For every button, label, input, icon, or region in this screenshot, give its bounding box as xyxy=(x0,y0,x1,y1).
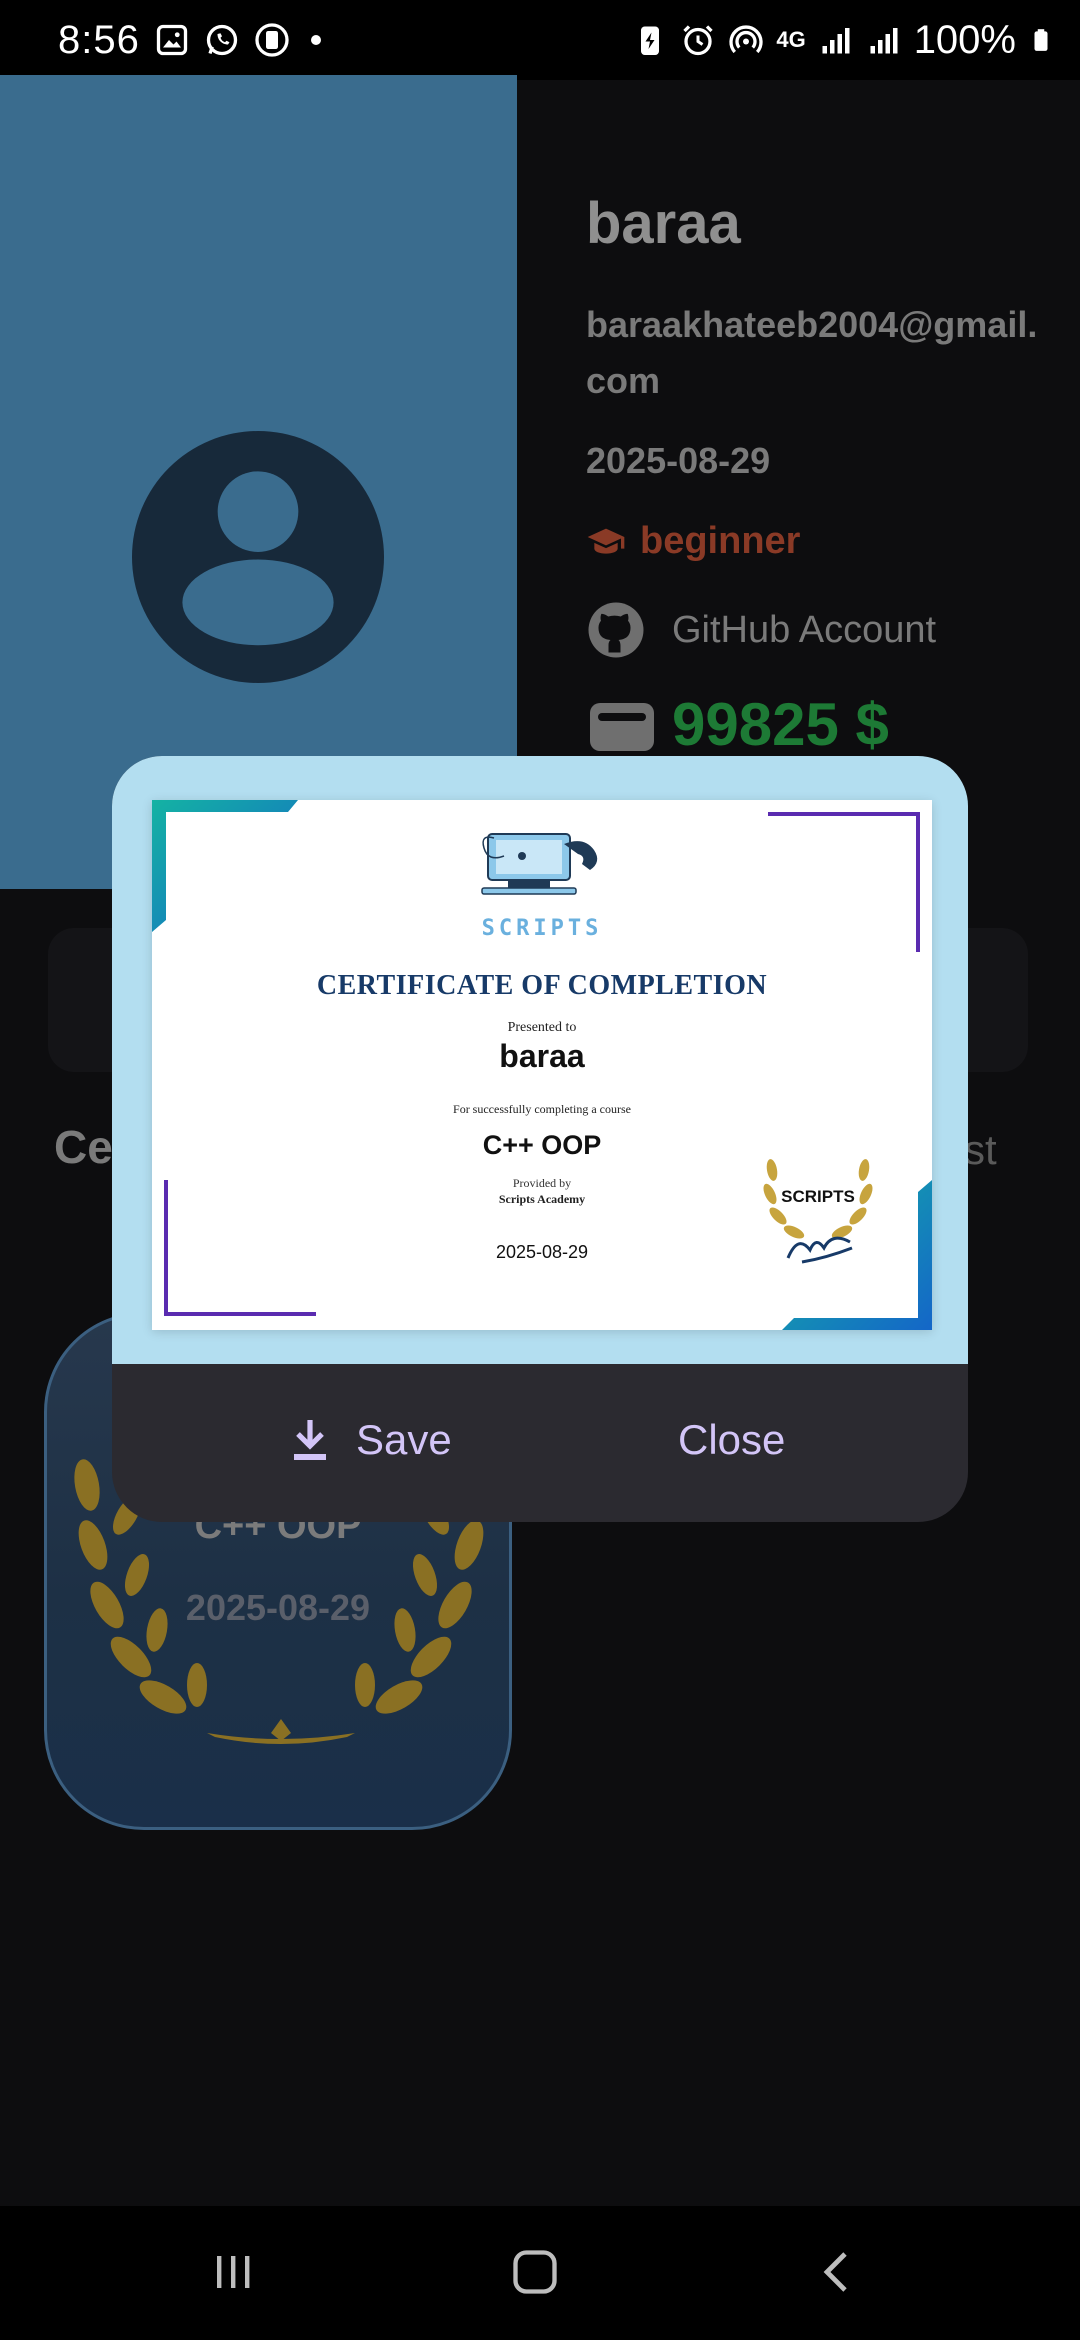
certificate-image: SCRIPTS CERTIFICATE OF COMPLETION Presen… xyxy=(152,800,932,1330)
github-link[interactable]: GitHub Account xyxy=(586,600,936,660)
network-type-label: 4G xyxy=(776,27,806,52)
alarm-icon xyxy=(683,25,713,56)
back-button[interactable] xyxy=(802,2242,872,2302)
profile-name: baraa xyxy=(586,191,741,256)
gallery-icon xyxy=(156,24,188,56)
wallet-icon xyxy=(590,702,654,751)
certificate-dialog: SCRIPTS CERTIFICATE OF COMPLETION Presen… xyxy=(112,756,968,1522)
profile-level: beginner xyxy=(586,520,800,563)
profile-level-label: beginner xyxy=(640,520,801,562)
status-right: 4G 100% xyxy=(632,18,1054,63)
signal-icon-2 xyxy=(870,28,898,54)
certificate-heading: CERTIFICATE OF COMPLETION xyxy=(316,970,768,1001)
whatsapp-icon xyxy=(206,24,238,56)
github-link-label: GitHub Account xyxy=(672,608,937,651)
status-left: 8:56 xyxy=(58,18,328,63)
battery-icon xyxy=(1034,29,1048,51)
github-icon xyxy=(588,602,644,658)
home-button[interactable] xyxy=(500,2242,570,2302)
recents-icon xyxy=(217,2256,250,2288)
certificate-recipient: baraa xyxy=(499,1038,585,1074)
back-icon xyxy=(823,2252,847,2292)
clipboard-icon xyxy=(255,23,289,57)
user-avatar-icon xyxy=(132,431,384,683)
home-icon xyxy=(513,2250,557,2294)
certificate-brand: SCRIPTS xyxy=(481,916,603,941)
graduation-cap-icon xyxy=(587,528,625,554)
notification-dot-icon xyxy=(310,35,321,45)
tab-other[interactable]: st xyxy=(964,1126,997,1174)
battery-percent: 100% xyxy=(913,17,1016,62)
seal-text: SCRIPTS xyxy=(781,1187,855,1206)
hotspot-icon xyxy=(729,25,763,54)
scripts-logo-icon xyxy=(481,833,598,895)
close-button-label: Close xyxy=(678,1416,786,1463)
dialog-preview-area: SCRIPTS CERTIFICATE OF COMPLETION Presen… xyxy=(112,756,968,1364)
certificate-seal-icon: SCRIPTS xyxy=(763,1159,873,1264)
battery-saver-icon xyxy=(641,26,660,55)
recents-button[interactable] xyxy=(198,2242,268,2302)
save-button[interactable]: Save xyxy=(290,1416,452,1464)
status-bar: 8:56 4G 100% xyxy=(0,0,1080,80)
save-button-label: Save xyxy=(356,1416,452,1463)
certificate-card-date: 2025-08-29 xyxy=(185,1587,371,1628)
profile-email: baraakhateeb2004@gmail.com xyxy=(586,304,1038,401)
dialog-actions: Save Close xyxy=(112,1364,968,1522)
profile-balance: 99825 $ xyxy=(586,690,889,759)
balance-amount: 99825 $ xyxy=(672,691,889,758)
certificate-for-text: For successfully completing a course xyxy=(453,1102,631,1116)
navigation-bar xyxy=(0,2206,1080,2340)
signal-icon-1 xyxy=(822,28,850,54)
certificate-presented-to: Presented to xyxy=(507,1020,577,1035)
profile-join-date: 2025-08-29 xyxy=(586,440,771,481)
close-button[interactable]: Close xyxy=(678,1416,785,1464)
tab-certificates[interactable]: Ce xyxy=(54,1120,113,1174)
download-icon xyxy=(294,1420,326,1460)
status-time: 8:56 xyxy=(58,17,140,62)
